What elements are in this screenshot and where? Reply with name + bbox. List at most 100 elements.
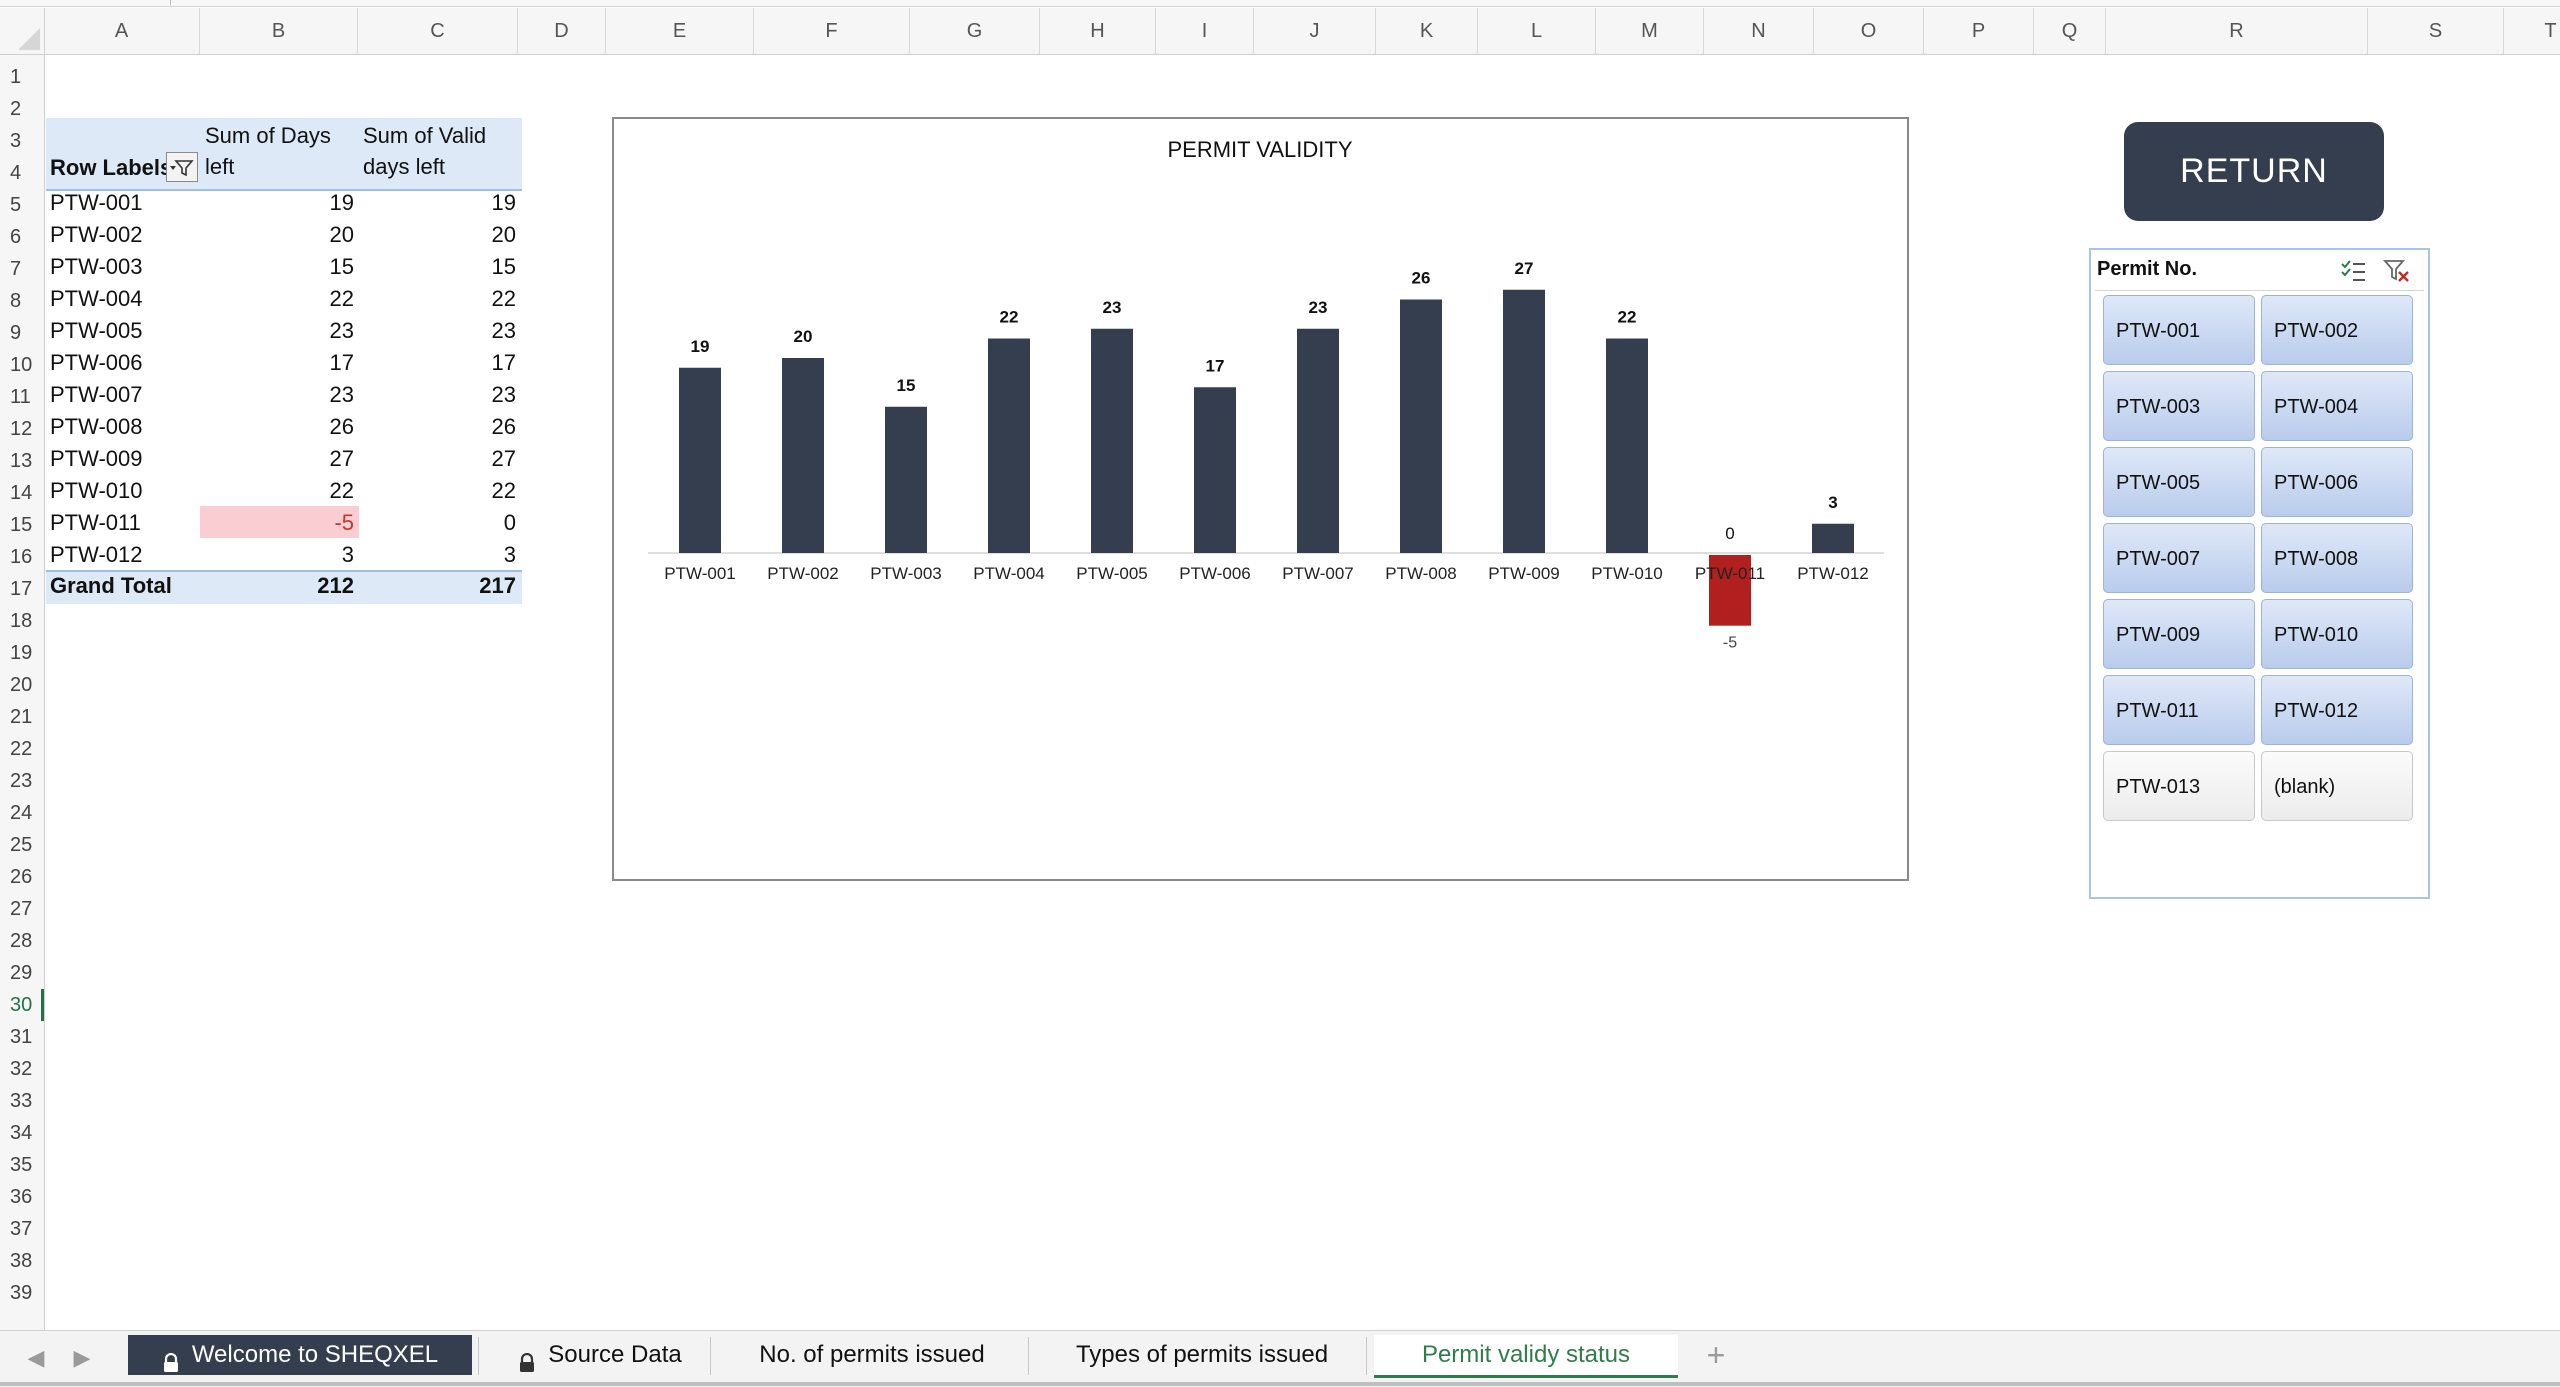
row-header-2[interactable]: 2 xyxy=(0,93,44,125)
pivot-row-days: 19 xyxy=(329,190,354,215)
slicer-item[interactable]: PTW-003 xyxy=(2103,371,2255,441)
column-header-e[interactable]: E xyxy=(606,8,754,54)
chart-bar xyxy=(885,406,927,553)
row-labels-filter-button[interactable] xyxy=(166,152,198,182)
row-header-15[interactable]: 15 xyxy=(0,509,44,541)
row-header-22[interactable]: 22 xyxy=(0,733,44,765)
row-header-34[interactable]: 34 xyxy=(0,1117,44,1149)
slicer-item[interactable]: PTW-006 xyxy=(2261,447,2413,517)
row-header-10[interactable]: 10 xyxy=(0,349,44,381)
column-header-m[interactable]: M xyxy=(1596,8,1704,54)
slicer-item[interactable]: PTW-012 xyxy=(2261,675,2413,745)
permit-validity-chart[interactable]: PERMIT VALIDITY 19 PTW-001 20 PTW-002 15 PTW-0… xyxy=(612,117,1909,881)
row-header-18[interactable]: 18 xyxy=(0,605,44,637)
slicer-item[interactable]: PTW-007 xyxy=(2103,523,2255,593)
slicer-item[interactable]: PTW-010 xyxy=(2261,599,2413,669)
row-header-37[interactable]: 37 xyxy=(0,1213,44,1245)
pivot-row-valid: 17 xyxy=(491,350,516,375)
slicer-item[interactable]: PTW-002 xyxy=(2261,295,2413,365)
prev-sheet-icon[interactable]: ◀ xyxy=(22,1343,50,1373)
row-header-32[interactable]: 32 xyxy=(0,1053,44,1085)
row-header-26[interactable]: 26 xyxy=(0,861,44,893)
row-header-35[interactable]: 35 xyxy=(0,1149,44,1181)
row-header-29[interactable]: 29 xyxy=(0,957,44,989)
row-header-36[interactable]: 36 xyxy=(0,1181,44,1213)
return-button[interactable]: RETURN xyxy=(2124,122,2384,221)
row-header-1[interactable]: 1 xyxy=(0,61,44,93)
clear-filter-icon[interactable] xyxy=(2383,258,2411,284)
slicer-item[interactable]: PTW-013 xyxy=(2103,751,2255,821)
column-header-j[interactable]: J xyxy=(1254,8,1376,54)
sheet-tab[interactable]: No. of permits issued xyxy=(718,1335,1026,1375)
multi-select-icon[interactable] xyxy=(2339,258,2367,284)
row-header-19[interactable]: 19 xyxy=(0,637,44,669)
column-header-t[interactable]: T xyxy=(2504,8,2560,54)
column-header-l[interactable]: L xyxy=(1478,8,1596,54)
column-header-i[interactable]: I xyxy=(1156,8,1254,54)
slicer-item[interactable]: PTW-009 xyxy=(2103,599,2255,669)
lock-icon xyxy=(162,1346,180,1372)
row-header-6[interactable]: 6 xyxy=(0,221,44,253)
pivot-row-label: PTW-005 xyxy=(50,318,143,343)
row-header-9[interactable]: 9 xyxy=(0,317,44,349)
column-header-b[interactable]: B xyxy=(200,8,358,54)
row-header-28[interactable]: 28 xyxy=(0,925,44,957)
chart-category-label: PTW-008 xyxy=(1385,564,1457,583)
row-header-31[interactable]: 31 xyxy=(0,1021,44,1053)
row-header-8[interactable]: 8 xyxy=(0,285,44,317)
sheet-tab[interactable]: Source Data xyxy=(486,1335,714,1375)
next-sheet-icon[interactable]: ▶ xyxy=(68,1343,96,1373)
column-header-a[interactable]: A xyxy=(44,8,200,54)
permit-no-slicer[interactable]: Permit No. PTW-001 PTW-002 PTW-003 PTW-004 P… xyxy=(2089,248,2430,899)
row-header-30[interactable]: 30 xyxy=(0,989,44,1021)
row-header-23[interactable]: 23 xyxy=(0,765,44,797)
column-header-s[interactable]: S xyxy=(2368,8,2504,54)
row-header-7[interactable]: 7 xyxy=(0,253,44,285)
column-header-q[interactable]: Q xyxy=(2034,8,2106,54)
row-header-13[interactable]: 13 xyxy=(0,445,44,477)
column-header-g[interactable]: G xyxy=(910,8,1040,54)
tab-separator xyxy=(1366,1337,1367,1375)
sheet-tab[interactable]: Permit validy status xyxy=(1374,1335,1678,1378)
column-header-bar: ABCDEFGHIJKLMNOPQRST xyxy=(0,8,2560,55)
row-header-5[interactable]: 5 xyxy=(0,189,44,221)
slicer-item[interactable]: PTW-001 xyxy=(2103,295,2255,365)
pivot-row-valid: 23 xyxy=(491,382,516,407)
row-header-14[interactable]: 14 xyxy=(0,477,44,509)
row-header-16[interactable]: 16 xyxy=(0,541,44,573)
column-header-f[interactable]: F xyxy=(754,8,910,54)
column-header-n[interactable]: N xyxy=(1704,8,1814,54)
chart-data-label: 22 xyxy=(1000,308,1019,327)
select-all-corner[interactable] xyxy=(0,8,45,54)
slicer-item[interactable]: PTW-011 xyxy=(2103,675,2255,745)
row-header-4[interactable]: 4 xyxy=(0,157,44,189)
column-header-d[interactable]: D xyxy=(518,8,606,54)
slicer-item[interactable]: PTW-004 xyxy=(2261,371,2413,441)
row-header-38[interactable]: 38 xyxy=(0,1245,44,1277)
row-header-24[interactable]: 24 xyxy=(0,797,44,829)
column-header-p[interactable]: P xyxy=(1924,8,2034,54)
column-header-r[interactable]: R xyxy=(2106,8,2368,54)
slicer-item[interactable]: PTW-008 xyxy=(2261,523,2413,593)
row-header-33[interactable]: 33 xyxy=(0,1085,44,1117)
column-header-h[interactable]: H xyxy=(1040,8,1156,54)
row-header-12[interactable]: 12 xyxy=(0,413,44,445)
slicer-item[interactable]: PTW-005 xyxy=(2103,447,2255,517)
row-header-21[interactable]: 21 xyxy=(0,701,44,733)
row-header-27[interactable]: 27 xyxy=(0,893,44,925)
row-header-3[interactable]: 3 xyxy=(0,125,44,157)
row-header-17[interactable]: 17 xyxy=(0,573,44,605)
row-header-20[interactable]: 20 xyxy=(0,669,44,701)
add-sheet-button[interactable]: + xyxy=(1686,1335,1746,1375)
sheet-tab[interactable]: Welcome to SHEQXEL xyxy=(128,1335,472,1375)
row-header-39[interactable]: 39 xyxy=(0,1277,44,1309)
slicer-item[interactable]: (blank) xyxy=(2261,751,2413,821)
chart-title: PERMIT VALIDITY xyxy=(1167,137,1352,162)
column-header-c[interactable]: C xyxy=(358,8,518,54)
row-header-11[interactable]: 11 xyxy=(0,381,44,413)
column-header-o[interactable]: O xyxy=(1814,8,1924,54)
column-header-k[interactable]: K xyxy=(1376,8,1478,54)
sheet-tab[interactable]: Types of permits issued xyxy=(1036,1335,1368,1375)
pivot-row-days: 17 xyxy=(329,350,354,375)
row-header-25[interactable]: 25 xyxy=(0,829,44,861)
